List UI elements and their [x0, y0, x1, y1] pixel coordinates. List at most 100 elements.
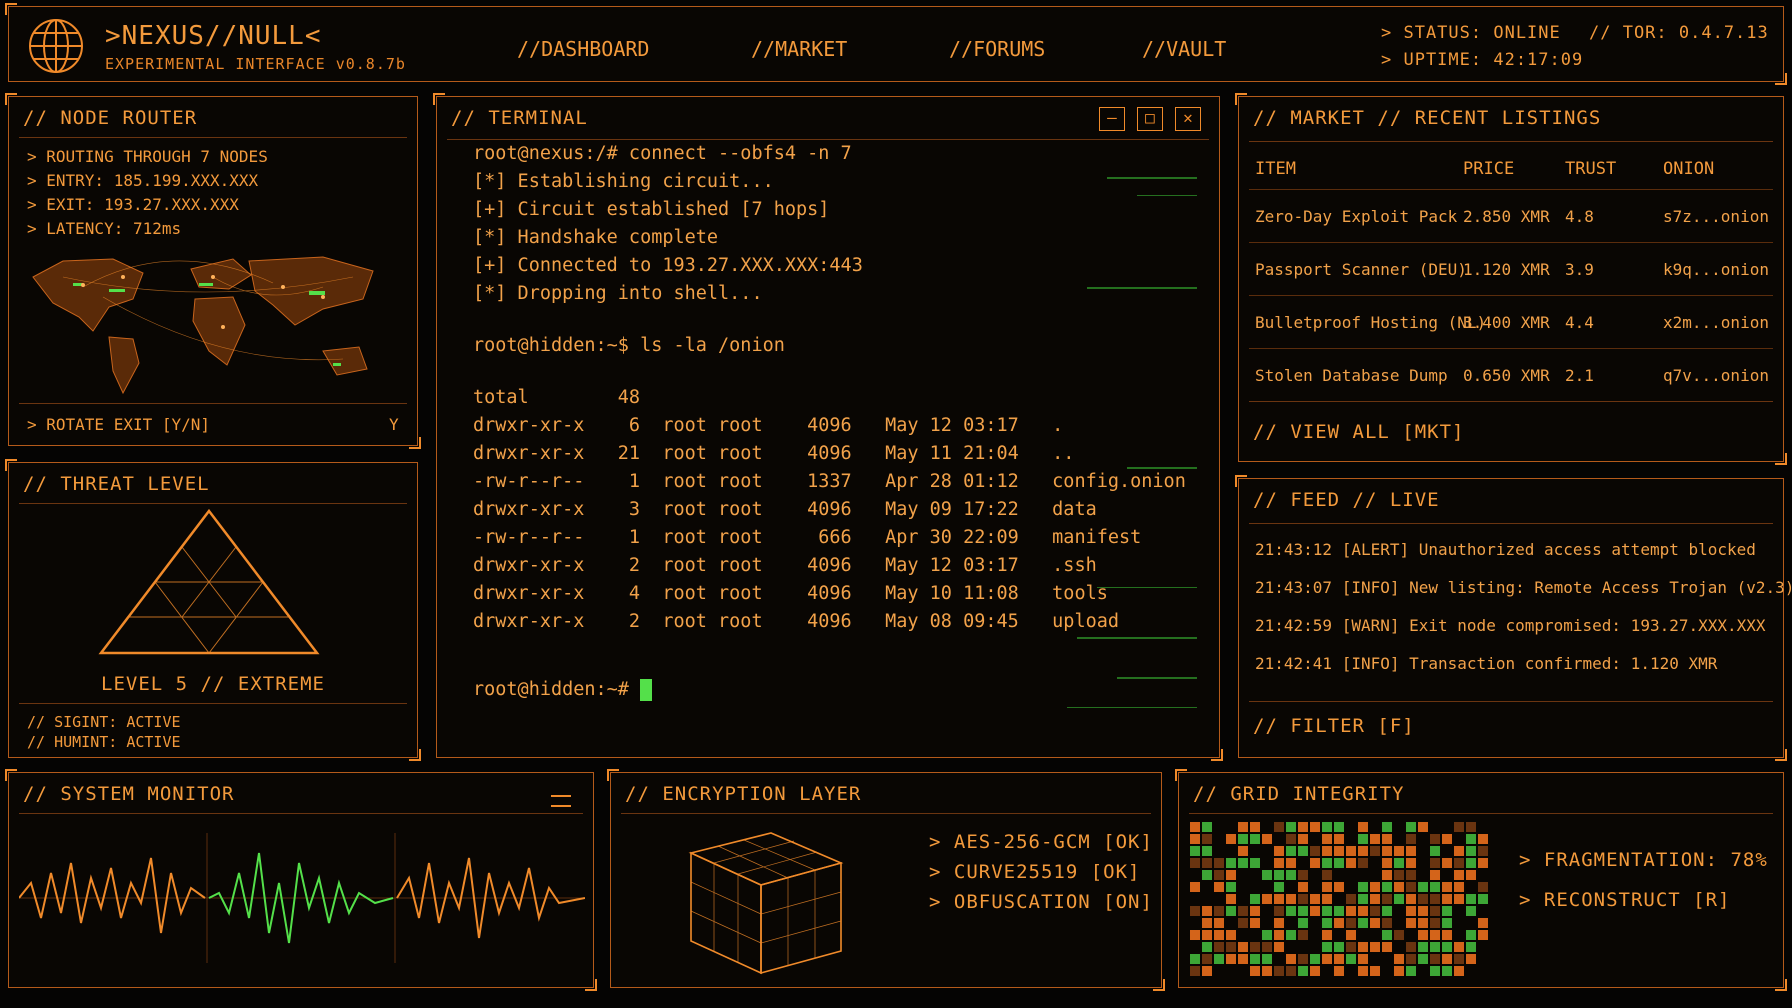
- nav-forums[interactable]: //FORUMS: [949, 37, 1045, 61]
- grid-cell: [1310, 858, 1320, 868]
- table-cell: Bulletproof Hosting (NL): [1255, 313, 1487, 332]
- divider: [621, 813, 1151, 814]
- grid-cell: [1262, 942, 1272, 952]
- grid-cell: [1358, 942, 1368, 952]
- router-line: > ROUTING THROUGH 7 NODES: [27, 147, 268, 166]
- grid-cell: [1454, 846, 1464, 856]
- menu-icon[interactable]: [551, 795, 571, 807]
- grid-cell: [1286, 834, 1296, 844]
- grid-cell: [1322, 834, 1332, 844]
- grid-cell: [1274, 894, 1284, 904]
- table-row[interactable]: Stolen Database Dump 0.650 XMR 2.1 q7v...on…: [1249, 348, 1773, 402]
- grid-cell: [1202, 822, 1212, 832]
- grid-cell: [1262, 930, 1272, 940]
- grid-cell: [1322, 822, 1332, 832]
- column-header-item: ITEM: [1255, 159, 1296, 179]
- terminal-line: root@nexus:/# connect --obfs4 -n 7: [473, 143, 852, 164]
- grid-cell: [1310, 822, 1320, 832]
- grid-cell: [1286, 870, 1296, 880]
- grid-cell: [1298, 870, 1308, 880]
- grid-cell: [1190, 906, 1200, 916]
- header-bar: >NEXUS//NULL< EXPERIMENTAL INTERFACE v0.…: [5, 3, 1787, 85]
- grid-cell: [1442, 858, 1452, 868]
- grid-cell: [1190, 930, 1200, 940]
- grid-cell: [1202, 954, 1212, 964]
- grid-cell: [1370, 846, 1380, 856]
- terminal-line: drwxr-xr-x 2 root root 4096 May 08 09:45…: [473, 611, 1120, 632]
- maximize-button[interactable]: □: [1137, 107, 1163, 131]
- grid-cell: [1394, 858, 1404, 868]
- grid-cell: [1358, 858, 1368, 868]
- panel-title: // NODE ROUTER: [23, 107, 198, 129]
- nav-vault[interactable]: //VAULT: [1142, 37, 1226, 61]
- grid-cell: [1370, 894, 1380, 904]
- grid-cell: [1382, 906, 1392, 916]
- table-cell: 3.400 XMR: [1463, 313, 1550, 332]
- globe-icon: [29, 19, 83, 73]
- divider: [19, 137, 407, 138]
- rotate-exit-value[interactable]: Y: [389, 415, 399, 434]
- feed-entry: 21:43:12 [ALERT] Unauthorized access att…: [1255, 540, 1756, 559]
- table-row[interactable]: Zero-Day Exploit Pack 2.850 XMR 4.8 s7z...o…: [1249, 189, 1773, 243]
- terminal-line: [*] Establishing circuit...: [473, 171, 774, 192]
- grid-cell: [1406, 954, 1416, 964]
- grid-cell: [1298, 882, 1308, 892]
- grid-cell: [1226, 870, 1236, 880]
- grid-cell: [1334, 846, 1344, 856]
- divider: [19, 703, 407, 704]
- close-button[interactable]: ✕: [1175, 107, 1201, 131]
- nav-market[interactable]: //MARKET: [751, 37, 847, 61]
- grid-cell: [1406, 846, 1416, 856]
- divider: [19, 403, 407, 404]
- reconstruct-button[interactable]: > RECONSTRUCT [R]: [1519, 889, 1730, 911]
- filter-button[interactable]: // FILTER [F]: [1253, 715, 1415, 737]
- terminal-prompt[interactable]: root@hidden:~#: [473, 679, 653, 701]
- grid-cell: [1478, 882, 1488, 892]
- minimize-button[interactable]: —: [1099, 107, 1125, 131]
- feed-entry: 21:42:41 [INFO] Transaction confirmed: 1…: [1255, 654, 1718, 673]
- grid-cell: [1190, 954, 1200, 964]
- uptime-readout: > UPTIME: 42:17:09: [1381, 50, 1584, 70]
- node-router-panel: // NODE ROUTER > ROUTING THROUGH 7 NODES…: [5, 93, 421, 449]
- table-cell: 2.850 XMR: [1463, 207, 1550, 226]
- signal-noise-graphic: [1067, 177, 1197, 708]
- grid-cell: [1454, 966, 1464, 976]
- rotate-exit-prompt[interactable]: > ROTATE EXIT [Y/N]: [27, 415, 210, 434]
- grid-cell: [1214, 954, 1224, 964]
- grid-cell: [1310, 846, 1320, 856]
- grid-cell: [1370, 918, 1380, 928]
- grid-cell: [1334, 822, 1344, 832]
- grid-cell: [1478, 918, 1488, 928]
- grid-cell: [1346, 846, 1356, 856]
- table-row[interactable]: Bulletproof Hosting (NL) 3.400 XMR 4.4 x2m.…: [1249, 295, 1773, 349]
- grid-cell: [1202, 930, 1212, 940]
- grid-cell: [1322, 870, 1332, 880]
- grid-cell: [1394, 870, 1404, 880]
- fragmentation-readout: > FRAGMENTATION: 78%: [1519, 849, 1768, 871]
- grid-cell: [1442, 918, 1452, 928]
- grid-cell: [1358, 918, 1368, 928]
- table-row[interactable]: Passport Scanner (DEU) 1.120 XMR 3.9 k9q...…: [1249, 242, 1773, 296]
- grid-cell: [1418, 930, 1428, 940]
- grid-cell: [1226, 894, 1236, 904]
- view-all-link[interactable]: // VIEW ALL [MKT]: [1253, 421, 1464, 443]
- column-header-trust: TRUST: [1565, 159, 1617, 179]
- terminal-window[interactable]: // TERMINAL — □ ✕ root@nexus:/# connect …: [433, 93, 1223, 761]
- divider: [447, 139, 1209, 140]
- cipher-status-curve: > CURVE25519 [OK]: [929, 861, 1141, 883]
- grid-cell: [1430, 846, 1440, 856]
- grid-cell: [1274, 942, 1284, 952]
- nav-dashboard[interactable]: //DASHBOARD: [517, 37, 649, 61]
- grid-cell: [1262, 966, 1272, 976]
- grid-cell: [1430, 966, 1440, 976]
- table-cell: 1.120 XMR: [1463, 260, 1550, 279]
- grid-cell: [1358, 966, 1368, 976]
- grid-cell: [1202, 834, 1212, 844]
- grid-cell: [1226, 942, 1236, 952]
- grid-cell: [1406, 906, 1416, 916]
- grid-cell: [1370, 906, 1380, 916]
- grid-cell: [1442, 942, 1452, 952]
- terminal-line: [+] Circuit established [7 hops]: [473, 199, 830, 220]
- grid-cell: [1286, 822, 1296, 832]
- grid-cell: [1466, 858, 1476, 868]
